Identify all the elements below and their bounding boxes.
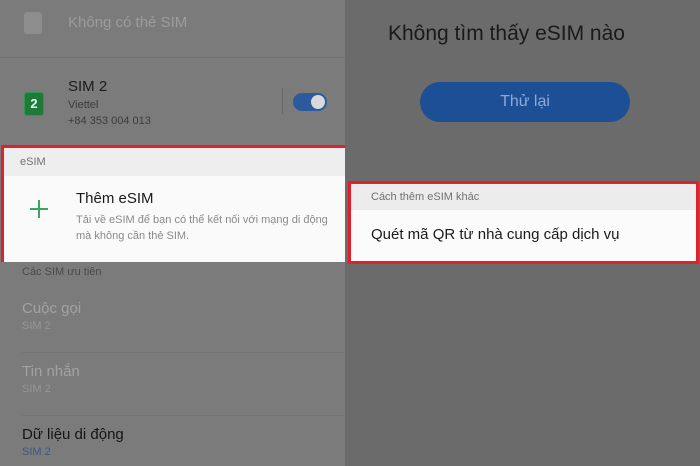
other-methods-highlight: Cách thêm eSIM khác Quét mã QR từ nhà cu… — [348, 181, 699, 264]
sim-2-name: SIM 2 — [68, 78, 108, 95]
priority-messages-item[interactable]: Tin nhắn SIM 2 — [22, 363, 322, 395]
priority-calls-item[interactable]: Cuộc gọi SIM 2 — [22, 300, 322, 332]
priority-item-value: SIM 2 — [22, 446, 51, 458]
scan-qr-item[interactable]: Quét mã QR từ nhà cung cấp dịch vụ — [351, 210, 696, 261]
list-divider — [22, 352, 344, 353]
sim-2-icon: 2 — [24, 92, 44, 116]
sim-slot-1-label: Không có thẻ SIM — [68, 14, 188, 31]
sim-slot-2-row[interactable]: 2 SIM 2 Viettel +84 353 004 013 — [0, 64, 345, 142]
add-esim-title: Thêm eSIM — [76, 190, 154, 207]
sim-settings-panel: Không có thẻ SIM 2 SIM 2 Viettel +84 353… — [0, 0, 349, 466]
row-divider — [282, 88, 283, 114]
sim-2-toggle[interactable] — [293, 93, 327, 111]
list-divider — [22, 415, 344, 416]
esim-section-header: eSIM — [4, 148, 346, 176]
esim-result-panel: Không tìm thấy eSIM nào Thử lại Cách thê… — [345, 0, 700, 466]
priority-mobile-data-item[interactable]: Dữ liệu di động SIM 2 — [22, 426, 322, 458]
retry-button[interactable]: Thử lại — [420, 82, 630, 122]
sim-slot-1-row: Không có thẻ SIM — [0, 0, 345, 58]
priority-item-title: Dữ liệu di động — [22, 426, 124, 443]
add-esim-item[interactable]: Thêm eSIM Tải về eSIM để bạn có thể kết … — [4, 176, 346, 262]
sim-card-icon — [24, 12, 42, 34]
priority-item-title: Cuộc gọi — [22, 300, 82, 317]
other-methods-header: Cách thêm eSIM khác — [351, 184, 696, 210]
priority-item-title: Tin nhắn — [22, 363, 80, 380]
add-esim-description: Tải về eSIM để bạn có thể kết nối với mạ… — [76, 214, 328, 242]
sim-2-carrier: Viettel — [68, 99, 99, 111]
plus-icon — [30, 200, 48, 218]
priority-sim-header: Các SIM ưu tiên — [22, 266, 102, 278]
no-esim-found-title: Không tìm thấy eSIM nào — [388, 22, 625, 45]
priority-item-value: SIM 2 — [22, 320, 51, 332]
esim-section-highlight: eSIM Thêm eSIM Tải về eSIM để bạn có thể… — [1, 145, 349, 262]
priority-item-value: SIM 2 — [22, 383, 51, 395]
toggle-knob — [311, 95, 325, 109]
sim-2-number: +84 353 004 013 — [68, 115, 151, 127]
